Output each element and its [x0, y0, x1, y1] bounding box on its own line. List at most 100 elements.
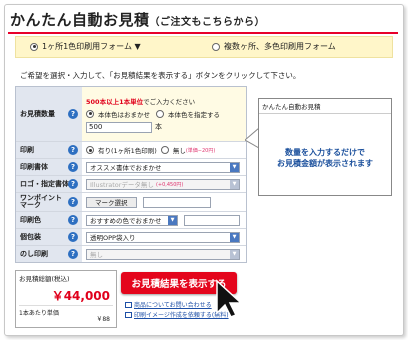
- label-quantity: お見積数量 ?: [16, 87, 82, 141]
- noshi-cell: 無し ▼: [82, 246, 246, 262]
- title-main: かんたん自動お見積: [10, 11, 150, 29]
- logo-select-note: (+0,450円): [155, 181, 184, 188]
- radio-icon[interactable]: [156, 109, 164, 118]
- callout-message: 数量を入力するだけで お見積金額が表示されます: [259, 147, 391, 169]
- chevron-down-icon[interactable]: ▼: [230, 162, 239, 172]
- radio-icon[interactable]: [30, 42, 38, 51]
- total-box: お見積総額(税込) ￥44,000 1本あたり単価 ￥88: [15, 270, 117, 328]
- form-type-multi[interactable]: 複数ヶ所、多色印刷用フォーム: [212, 41, 336, 52]
- row-color: 印刷色 ? おすすめの色でおまかせ ▼: [16, 212, 246, 229]
- label-text: 印刷: [20, 146, 34, 154]
- quantity-input-row: 500 本: [86, 121, 162, 133]
- help-icon[interactable]: ?: [68, 197, 78, 207]
- chevron-down-icon[interactable]: ▼: [168, 215, 177, 225]
- help-icon[interactable]: ?: [68, 179, 78, 189]
- title-underline: [8, 32, 398, 34]
- form-type-bar: 1ヶ所1色印刷用フォーム ▼ 複数ヶ所、多色印刷用フォーム: [15, 36, 393, 58]
- help-icon[interactable]: ?: [68, 145, 78, 155]
- color-choice: 本体色はおまかせ 本体色を指定する: [86, 109, 220, 119]
- quantity-note-rest: でご入力ください: [143, 97, 196, 106]
- product-inquiry-link[interactable]: 商品についてお問い合わせる: [125, 300, 212, 309]
- label-text: ロゴ・指定書体: [20, 180, 69, 188]
- label-text: 印刷書体: [20, 163, 48, 171]
- print-yes-label: 有り(1ヶ所1色印刷): [98, 147, 157, 155]
- callout-header: かんたん自動お見積: [259, 99, 391, 114]
- total-price: ￥44,000: [51, 289, 110, 303]
- mark-display-field[interactable]: [142, 196, 211, 208]
- radio-icon[interactable]: [212, 42, 220, 51]
- document-icon: [125, 311, 132, 318]
- print-image-request-link[interactable]: 印刷イメージ作成を依頼する(無料): [125, 310, 229, 319]
- packaging-select-value: 透明OPP袋入り: [90, 234, 136, 242]
- onepoint-cell: マーク選択: [82, 193, 246, 211]
- estimate-form: お見積数量 ? 500本以上1本単位でご入力ください 本体色はおまかせ 本体色を…: [15, 86, 247, 263]
- chevron-down-icon[interactable]: ▼: [230, 249, 239, 259]
- help-icon[interactable]: ?: [68, 162, 78, 172]
- font-select[interactable]: オススメ書体でおまかせ ▼: [86, 161, 240, 173]
- print-no-note: (単価−20円): [185, 147, 216, 154]
- packaging-select[interactable]: 透明OPP袋入り ▼: [86, 231, 240, 243]
- row-print: 印刷 ? 有り(1ヶ所1色印刷) 無し (単価−20円): [16, 142, 246, 159]
- color-specify-label: 本体色を指定する: [168, 110, 220, 119]
- logo-select-value: Illustratorデータ無し: [90, 181, 154, 189]
- chevron-down-icon[interactable]: ▼: [230, 179, 239, 189]
- row-packaging: 個包装 ? 透明OPP袋入り ▼: [16, 229, 246, 246]
- form-type-multi-label: 複数ヶ所、多色印刷用フォーム: [224, 42, 336, 51]
- quantity-input[interactable]: 500: [86, 121, 152, 133]
- callout-line1: 数量を入力するだけで: [285, 148, 365, 157]
- form-type-single-label: 1ヶ所1色印刷用フォーム ▼: [42, 42, 141, 51]
- font-select-value: オススメ書体でおまかせ: [90, 164, 162, 172]
- page-title: かんたん自動お見積（ご注文もこちらから）: [10, 9, 265, 30]
- row-onepoint: ワンポイント マーク ? マーク選択: [16, 193, 246, 212]
- color-cell: おすすめの色でおまかせ ▼: [82, 212, 246, 228]
- estimate-callout: かんたん自動お見積 数量を入力するだけで お見積金額が表示されます: [258, 98, 392, 196]
- label-logo: ロゴ・指定書体 ?: [16, 176, 82, 192]
- title-sub: （ご注文もこちらから）: [149, 17, 266, 28]
- label-text: 印刷色: [20, 216, 41, 224]
- color-select[interactable]: おすすめの色でおまかせ ▼: [86, 214, 178, 226]
- radio-icon[interactable]: [160, 146, 169, 154]
- color-swatch-field: [184, 214, 240, 226]
- help-icon[interactable]: ?: [68, 215, 78, 225]
- print-no-label: 無し: [172, 147, 186, 155]
- radio-icon[interactable]: [86, 109, 94, 118]
- print-cell: 有り(1ヶ所1色印刷) 無し (単価−20円): [82, 142, 246, 158]
- label-onepoint: ワンポイント マーク ?: [16, 193, 82, 211]
- callout-line2: お見積金額が表示されます: [277, 159, 373, 168]
- form-type-single[interactable]: 1ヶ所1色印刷用フォーム ▼: [30, 41, 141, 52]
- help-icon[interactable]: ?: [68, 249, 78, 259]
- label-text: お見積数量: [20, 110, 55, 118]
- document-icon: [125, 301, 132, 308]
- row-logo: ロゴ・指定書体 ? Illustratorデータ無し (+0,450円) ▼: [16, 176, 246, 193]
- row-noshi: のし印刷 ? 無し ▼: [16, 246, 246, 262]
- total-divider: [19, 305, 113, 306]
- label-text: のし印刷: [20, 250, 48, 258]
- row-quantity: お見積数量 ? 500本以上1本単位でご入力ください 本体色はおまかせ 本体色を…: [16, 87, 246, 142]
- unit-price-label: 1本あたり単価: [19, 310, 59, 317]
- label-noshi: のし印刷 ?: [16, 246, 82, 262]
- help-icon[interactable]: ?: [68, 232, 78, 242]
- mouse-cursor-icon: [216, 279, 243, 318]
- label-text: 個包装: [20, 233, 41, 241]
- color-select-value: おすすめの色でおまかせ: [90, 217, 162, 225]
- noshi-select[interactable]: 無し ▼: [86, 248, 240, 260]
- chevron-down-icon[interactable]: ▼: [230, 232, 239, 242]
- row-font: 印刷書体 ? オススメ書体でおまかせ ▼: [16, 159, 246, 176]
- radio-icon[interactable]: [86, 146, 94, 154]
- label-print: 印刷 ?: [16, 142, 82, 158]
- help-icon[interactable]: ?: [68, 109, 78, 119]
- color-auto-label: 本体色はおまかせ: [98, 110, 150, 119]
- mark-select-button[interactable]: マーク選択: [86, 196, 137, 208]
- logo-select[interactable]: Illustratorデータ無し (+0,450円) ▼: [86, 178, 240, 190]
- label-text: ワンポイント マーク: [20, 194, 62, 209]
- quantity-note-red: 500本以上1本単位: [86, 97, 144, 106]
- quantity-cell: 500本以上1本単位でご入力ください 本体色はおまかせ 本体色を指定する 500…: [82, 87, 246, 141]
- label-packaging: 個包装 ?: [16, 229, 82, 245]
- instruction-text: ご希望を選択・入力して、「お見積結果を表示する」ボタンをクリックして下さい。: [20, 71, 301, 80]
- quantity-unit: 本: [155, 123, 162, 131]
- packaging-cell: 透明OPP袋入り ▼: [82, 229, 246, 245]
- quantity-note: 500本以上1本単位でご入力ください: [86, 96, 195, 106]
- label-font: 印刷書体 ?: [16, 159, 82, 175]
- noshi-select-value: 無し: [90, 251, 103, 259]
- logo-cell: Illustratorデータ無し (+0,450円) ▼: [82, 176, 246, 192]
